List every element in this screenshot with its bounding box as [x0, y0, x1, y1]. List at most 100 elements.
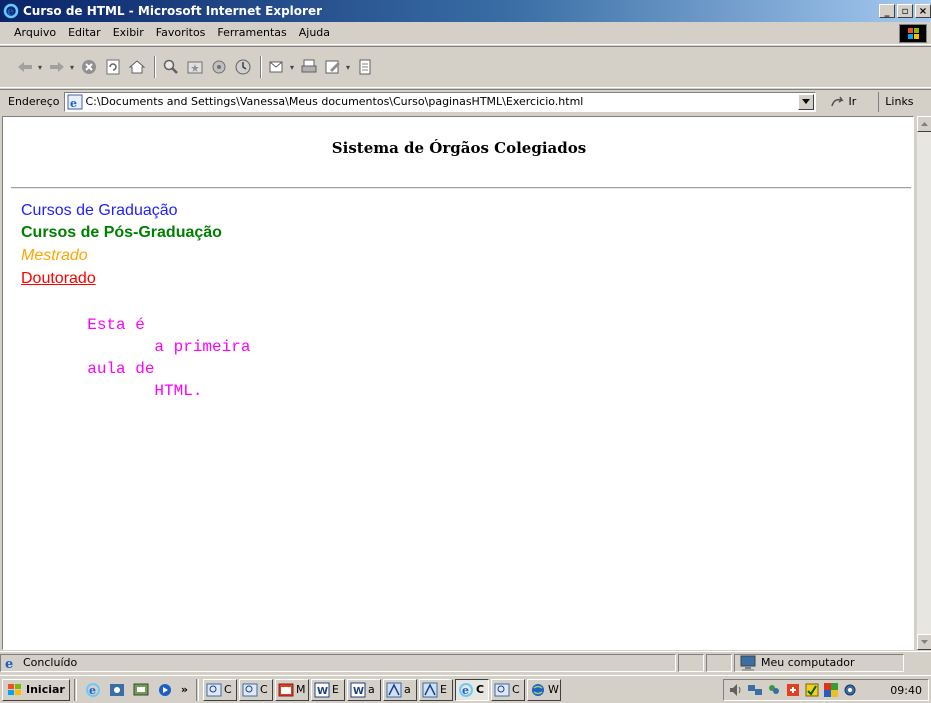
links-button[interactable]: Links [878, 91, 914, 112]
mail-dropdown-icon[interactable]: ▾ [290, 63, 294, 72]
search-icon [242, 683, 258, 696]
menu-exibir[interactable]: Exibir [107, 24, 150, 42]
task-label: C [259, 683, 268, 696]
svg-text:W: W [317, 686, 328, 697]
ie-status-icon: e [5, 657, 13, 671]
go-arrow-icon [830, 96, 844, 106]
task-button[interactable]: C [490, 678, 525, 701]
back-button[interactable] [14, 56, 36, 78]
colors-icon[interactable] [823, 682, 839, 698]
media-button[interactable] [208, 56, 230, 78]
title-bar[interactable]: e Curso de HTML - Microsoft Internet Exp… [0, 0, 931, 22]
volume-icon[interactable] [728, 682, 744, 698]
computer-icon [740, 655, 756, 671]
status-text: Concluído [23, 656, 78, 669]
forward-arrow-icon [50, 62, 65, 72]
task-button[interactable]: E [418, 678, 453, 701]
page-content: Sistema de Órgãos Colegiados Cursos de G… [2, 116, 914, 650]
print-button[interactable] [298, 56, 320, 78]
edit-icon [325, 60, 341, 74]
task-button-active[interactable]: e C [454, 678, 489, 701]
svg-text:e: e [5, 657, 13, 671]
menu-favoritos[interactable]: Favoritos [150, 24, 212, 42]
edit-button[interactable] [322, 56, 344, 78]
page-title: Sistema de Órgãos Colegiados [331, 139, 587, 157]
ie-icon: e [458, 682, 473, 697]
status-cell [678, 653, 704, 672]
messenger-icon[interactable] [766, 682, 782, 698]
settings-icon[interactable] [842, 682, 858, 698]
vertical-scrollbar[interactable] [916, 116, 931, 650]
home-button[interactable] [126, 56, 148, 78]
windows-taskbar: Iniciar e » C C M W E W a a E e C C W 09… [0, 675, 931, 703]
task-button[interactable]: C [238, 678, 273, 701]
menu-editar[interactable]: Editar [62, 24, 107, 42]
task-label: M [295, 683, 306, 696]
address-input[interactable] [85, 92, 798, 111]
task-label: E [331, 683, 339, 696]
globe-icon [531, 683, 544, 696]
svg-text:e: e [89, 684, 96, 697]
close-button[interactable]: × [915, 4, 931, 18]
print-icon [301, 59, 317, 73]
link-cursos-pos-graduacao[interactable]: Cursos de Pós-Graduação [21, 224, 222, 242]
search-icon [206, 683, 222, 696]
task-label: W [547, 683, 559, 696]
task-button[interactable]: M [274, 678, 309, 701]
forward-dropdown-icon[interactable]: ▾ [70, 63, 74, 72]
start-button[interactable]: Iniciar [2, 678, 70, 701]
antivirus-icon[interactable] [785, 682, 801, 698]
mail-button[interactable] [266, 56, 288, 78]
task-button[interactable]: W E [310, 678, 345, 701]
address-dropdown-button[interactable] [797, 93, 814, 110]
ie-logo-icon: e [3, 3, 19, 19]
back-dropdown-icon[interactable]: ▾ [38, 63, 42, 72]
task-button[interactable]: W a [346, 678, 381, 701]
network-icon[interactable] [747, 682, 763, 698]
quicklaunch-ie-icon[interactable]: e [84, 681, 102, 699]
task-icon[interactable] [804, 682, 820, 698]
status-panel: e Concluído [0, 653, 676, 672]
task-label: E [439, 683, 447, 696]
edit-dropdown-icon[interactable]: ▾ [346, 63, 350, 72]
scroll-down-arrow-icon [921, 640, 928, 644]
task-label: C [511, 683, 520, 696]
word-icon: W [350, 682, 366, 697]
task-button[interactable]: W [526, 678, 561, 701]
link-mestrado[interactable]: Mestrado [21, 247, 88, 265]
quicklaunch-desktop-icon[interactable] [132, 681, 150, 699]
menu-ajuda[interactable]: Ajuda [293, 24, 336, 42]
stop-button[interactable] [78, 56, 100, 78]
menu-arquivo[interactable]: Arquivo [8, 24, 62, 42]
go-label: Ir [848, 95, 857, 108]
refresh-button[interactable] [102, 56, 124, 78]
search-button[interactable] [160, 56, 182, 78]
svg-text:e: e [7, 5, 14, 18]
scroll-down-button[interactable] [917, 634, 931, 650]
go-button[interactable]: Ir [830, 95, 857, 109]
history-button[interactable] [232, 56, 254, 78]
discuss-button[interactable] [354, 56, 376, 78]
menu-ferramentas[interactable]: Ferramentas [211, 24, 292, 42]
task-button[interactable]: C [202, 678, 237, 701]
ie-window: e Curso de HTML - Microsoft Internet Exp… [0, 0, 931, 703]
scroll-up-button[interactable] [917, 116, 931, 132]
link-cursos-graduacao[interactable]: Cursos de Graduação [21, 202, 178, 220]
search-icon [494, 683, 510, 696]
quicklaunch-media-icon[interactable] [156, 681, 174, 699]
address-box[interactable]: e [63, 91, 816, 112]
quicklaunch-chevron[interactable]: » [181, 683, 188, 696]
minimize-button[interactable]: _ [879, 4, 895, 18]
maximize-button[interactable]: ▫ [897, 4, 913, 18]
link-doutorado[interactable]: Doutorado [21, 270, 96, 288]
back-arrow-icon [18, 62, 32, 72]
clock[interactable]: 09:40 [890, 684, 922, 697]
refresh-icon [106, 59, 120, 75]
task-button[interactable]: a [382, 678, 417, 701]
svg-text:e: e [462, 684, 469, 697]
forward-button[interactable] [46, 56, 68, 78]
windows-logo-icon [899, 24, 927, 43]
ie-page-icon: e [67, 94, 83, 110]
favorites-button[interactable] [184, 56, 206, 78]
quicklaunch-search-icon[interactable] [108, 681, 126, 699]
